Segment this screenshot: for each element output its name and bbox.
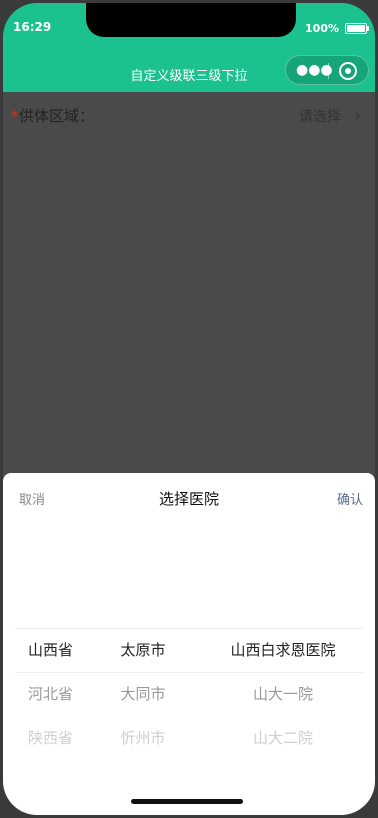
field-label: 供体区域： <box>19 107 95 125</box>
mini-program-capsule: ●●● <box>285 55 369 85</box>
supply-area-row[interactable]: * 供体区域： 请选择 › <box>3 92 375 138</box>
hospital-column[interactable]: 山西白求恩医院 山大一院 山大二院 <box>203 628 363 758</box>
nav-bar: 自定义级联三级下拉 ●●● <box>3 51 375 92</box>
battery-percent: 100% <box>305 22 339 35</box>
home-indicator <box>131 799 243 804</box>
picker-option[interactable]: 山大一院 <box>203 672 363 716</box>
cascade-picker[interactable]: 山西省 河北省 陕西省 太原市 大同市 忻州市 山西白求恩医院 山大一院 山大二… <box>3 628 375 758</box>
screen: 16:29 100% 自定义级联三级下拉 ●●● * 供体区域： 请选择 › 取… <box>3 3 375 815</box>
province-column[interactable]: 山西省 河北省 陕西省 <box>8 628 93 758</box>
required-mark: * <box>11 107 19 125</box>
picker-option[interactable]: 大同市 <box>98 672 188 716</box>
picker-option[interactable]: 山西省 <box>8 628 93 672</box>
status-bar: 16:29 100% <box>3 3 375 51</box>
picker-option[interactable]: 河北省 <box>8 672 93 716</box>
picker-option[interactable]: 山大二院 <box>203 716 363 760</box>
notch <box>86 3 296 37</box>
picker-option[interactable]: 太原市 <box>98 628 188 672</box>
chevron-right-icon: › <box>354 106 361 125</box>
capsule-divider <box>328 63 329 79</box>
confirm-button[interactable]: 确认 <box>337 489 363 508</box>
battery-fill <box>347 25 365 32</box>
picker-title: 选择医院 <box>158 490 219 508</box>
target-close-icon[interactable] <box>339 62 357 80</box>
battery-icon <box>345 23 369 34</box>
picker-option[interactable]: 山西白求恩医院 <box>203 628 363 672</box>
phone-frame: 16:29 100% 自定义级联三级下拉 ●●● * 供体区域： 请选择 › 取… <box>0 0 378 818</box>
select-placeholder[interactable]: 请选择 <box>299 106 341 126</box>
picker-option[interactable]: 忻州市 <box>98 716 188 760</box>
picker-option[interactable]: 陕西省 <box>8 716 93 760</box>
clock: 16:29 <box>13 20 52 34</box>
picker-sheet: 取消 选择医院 确认 山西省 河北省 陕西省 太原市 大同市 忻州市 山西白求恩… <box>3 473 375 815</box>
city-column[interactable]: 太原市 大同市 忻州市 <box>98 628 188 758</box>
